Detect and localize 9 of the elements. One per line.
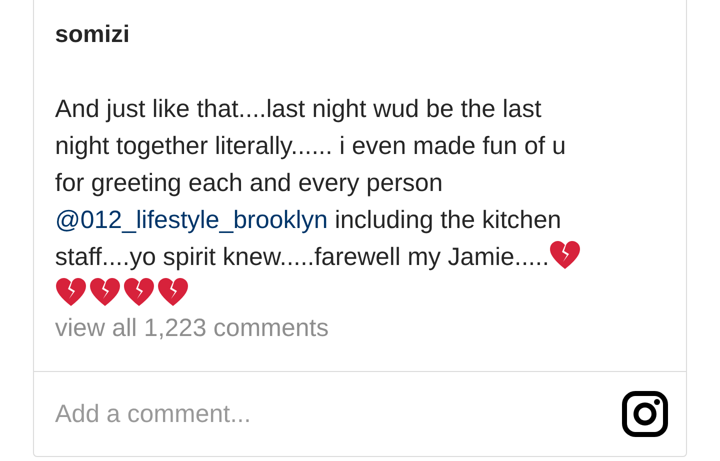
username[interactable]: somizi [55,21,666,49]
instagram-logo-icon[interactable] [622,391,668,437]
mention-link[interactable]: @012_lifestyle_brooklyn [55,206,328,234]
broken-heart-icon [89,277,121,307]
caption-text: And just like that....last night wud be the last night together literally...... i even made fun of u for greeting each and every person @012_lifestyle_brooklyn including the kitchen staff....yo spirit knew.....farewell my Jamie..... [55,91,666,313]
broken-heart-icon [157,277,189,307]
broken-heart-icon [549,240,582,270]
broken-heart-icon [123,277,155,307]
broken-heart-icon [55,277,87,307]
